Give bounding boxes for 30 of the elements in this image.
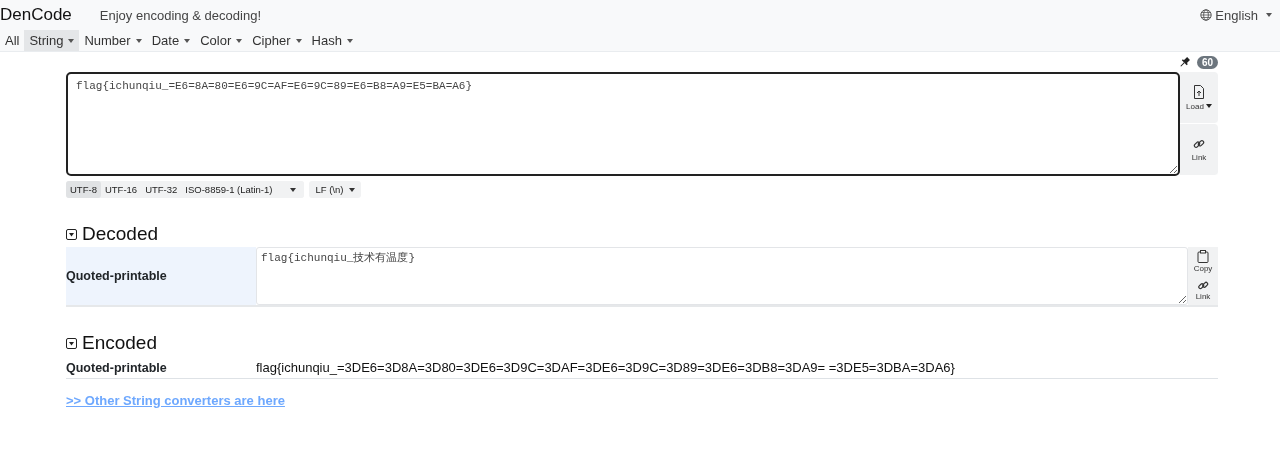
nav-tab[interactable]: Cipher	[247, 30, 307, 51]
link-icon	[1197, 280, 1209, 291]
nav-tab[interactable]: Color	[195, 30, 248, 51]
line-break-dropdown[interactable]: LF (\n)	[309, 181, 362, 198]
length-badge: 60	[1196, 55, 1218, 69]
link-button[interactable]: Link	[1180, 124, 1218, 176]
tagline: Enjoy encoding & decoding!	[99, 7, 262, 23]
nav-tab[interactable]: Number	[79, 30, 147, 51]
output-field[interactable]: flag{ichunqiu_技术有温度}	[256, 247, 1188, 305]
pin-icon	[1178, 56, 1191, 68]
nav-tab[interactable]: String	[24, 30, 80, 51]
encoded-value: flag{ichunqiu_=3DE6=3D8A=3D80=3DE6=3D9C=3DAF=3DE6=3D9C=3D89=3DE6=3DB8=3DA9= =3DE5=3DBA=3DA6}	[256, 360, 955, 375]
globe-icon	[1200, 9, 1213, 21]
nav-tab[interactable]: Hash	[306, 30, 358, 51]
encoding-option[interactable]: UTF-8	[66, 181, 101, 198]
collapse-icon[interactable]	[66, 228, 77, 240]
brand-name[interactable]: DenCode	[0, 5, 72, 25]
nav-tab[interactable]: All	[0, 30, 25, 51]
link-icon	[1193, 137, 1205, 150]
section-title: Encoded	[82, 332, 157, 354]
input-field[interactable]: flag{ichunqiu_=E6=8A=80=E6=9C=AF=E6=9C=89=E6=B8=A9=E5=BA=A6}	[66, 72, 1180, 176]
clipboard-icon	[1197, 250, 1209, 263]
file-upload-icon	[1193, 84, 1205, 99]
nav-tab[interactable]: Date	[146, 30, 196, 51]
section-title: Decoded	[82, 223, 159, 245]
load-button[interactable]: Load	[1180, 72, 1218, 124]
row-label: Quoted-printable	[66, 247, 256, 305]
row-label: Quoted-printable	[66, 360, 168, 375]
language-dropdown[interactable]: English	[1200, 7, 1272, 23]
collapse-icon[interactable]	[66, 337, 77, 349]
